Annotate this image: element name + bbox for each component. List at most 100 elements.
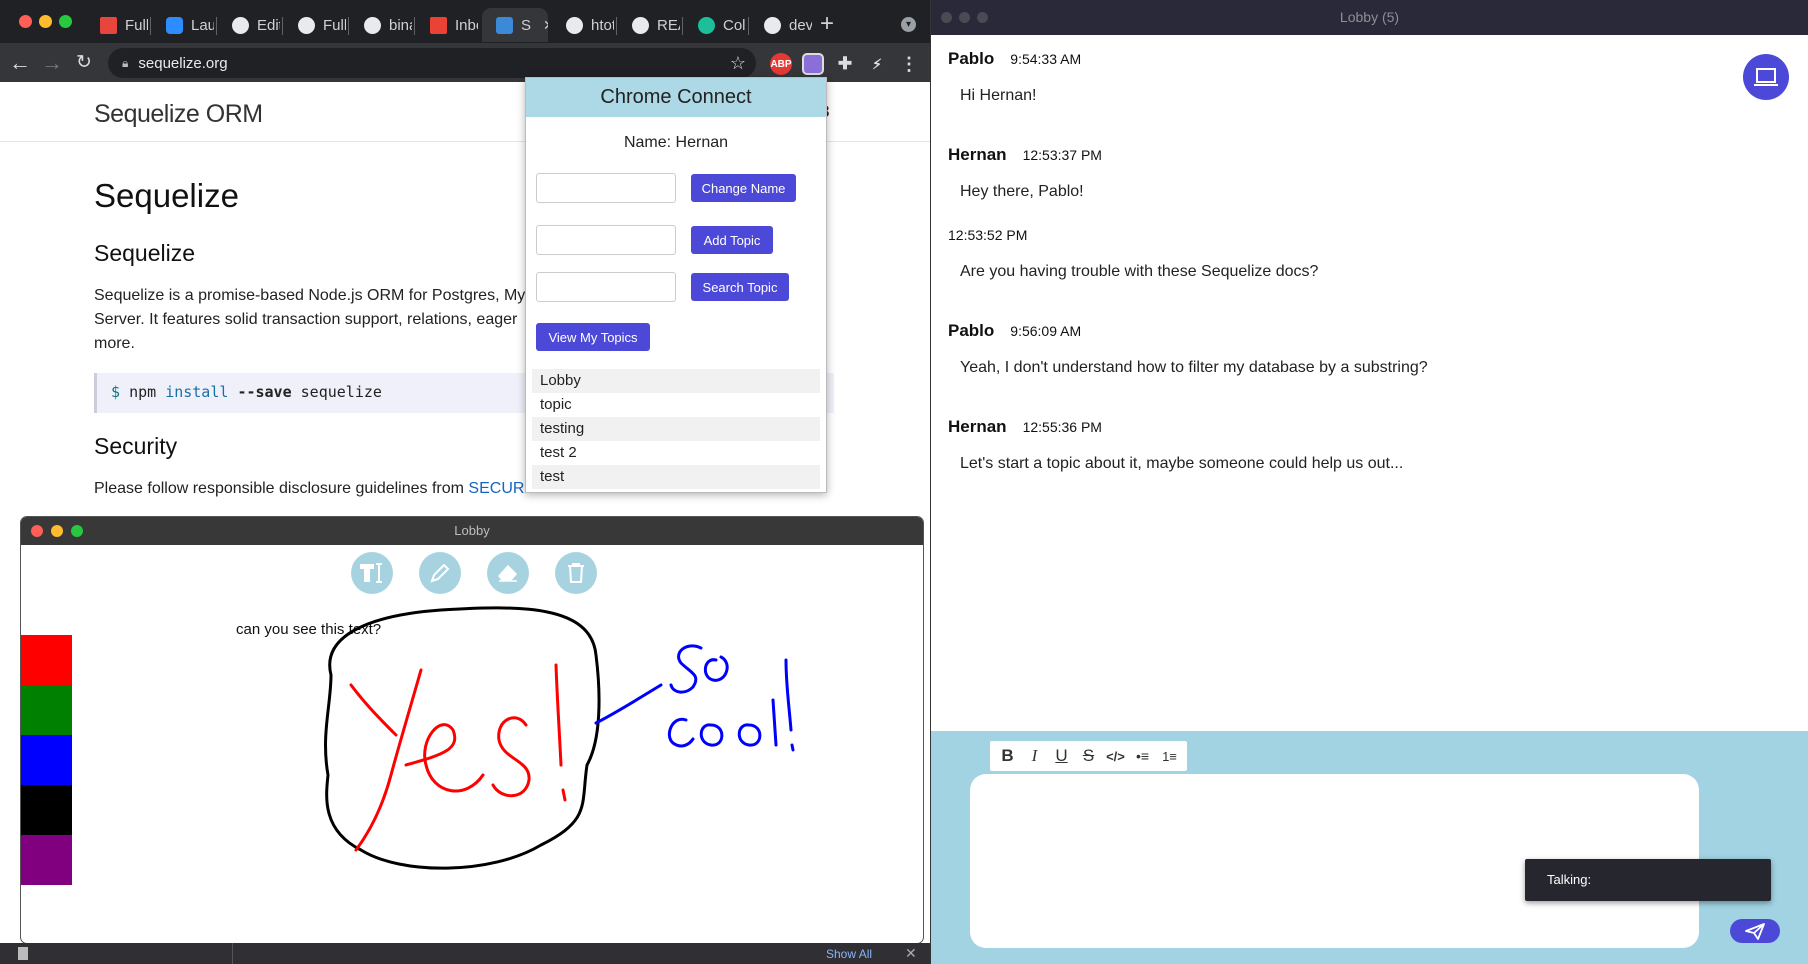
tab-label: REA [657,16,680,34]
topic-item[interactable]: test [532,465,820,489]
underline-icon[interactable]: U [1048,746,1075,766]
message-author: Hernan [948,145,1007,164]
coolors-favicon-icon [698,16,715,34]
code-token: sequelize [300,383,382,401]
close-window-button[interactable] [31,525,43,537]
browser-tab-active[interactable]: S✕ [482,8,548,42]
tab-label: Laun [191,16,214,34]
close-tab-icon[interactable]: ✕ [543,17,548,34]
browser-tab[interactable]: bina [350,8,412,42]
browser-tab[interactable]: Fulls [86,8,148,42]
reload-icon[interactable]: ↻ [68,43,100,82]
close-window-button[interactable] [19,15,32,28]
send-button[interactable] [1730,919,1780,943]
topic-item[interactable]: test 2 [532,441,820,465]
close-downloads-icon[interactable]: ✕ [905,945,917,962]
section-heading: Security [94,433,178,459]
whiteboard-window: Lobby can you see this text? [21,517,923,943]
github-favicon-icon [298,16,315,34]
message-body: Let's start a topic about it, maybe some… [960,455,1404,472]
minimize-window-button[interactable] [51,525,63,537]
minimize-window-button[interactable] [39,15,52,28]
close-window-button[interactable] [941,12,952,23]
topic-list: Lobby topic testing test 2 test [532,369,820,489]
show-all-downloads-button[interactable]: Show All [826,947,872,961]
topic-item[interactable]: Lobby [532,369,820,393]
tab-label: Colo [723,16,746,34]
chrome-connect-extension-icon[interactable] [802,53,824,75]
message-time: 9:54:33 AM [1010,51,1082,67]
code-icon[interactable]: </> [1102,749,1129,764]
maximize-window-button[interactable] [977,12,988,23]
blue-cool-stroke [667,658,795,752]
paragraph-text: Please follow responsible disclosure gui… [94,480,469,497]
drawing-canvas[interactable] [21,545,923,943]
code-token: install [165,383,229,401]
message-time: 12:53:37 PM [1022,147,1102,163]
strikethrough-icon[interactable]: S [1075,746,1102,766]
zoom-favicon-icon [166,16,183,34]
search-topic-button[interactable]: Search Topic [691,273,789,301]
url-text: sequelize.org [138,54,228,72]
message-time: 12:53:52 PM [948,227,1028,243]
add-topic-input[interactable] [536,225,676,255]
screen-share-button[interactable] [1743,54,1789,100]
tab-label: htot [591,16,614,34]
message-author: Hernan [948,417,1007,436]
browser-tab[interactable]: Colo [684,8,746,42]
tab-label: bina [389,16,412,34]
topic-item[interactable]: testing [532,417,820,441]
message-body: Hey there, Pablo! [960,183,1084,200]
adblock-extension-icon[interactable]: ABP [770,53,792,75]
tab-search-icon[interactable]: ▾ [901,17,916,32]
tab-label: S [521,16,532,34]
browser-tab[interactable]: htot [552,8,614,42]
message-time: 9:56:09 AM [1010,323,1082,339]
browser-tab[interactable]: Inbo [416,8,478,42]
back-icon[interactable]: ← [4,43,36,82]
bullet-list-icon[interactable]: •≡ [1129,748,1156,764]
extensions-puzzle-icon[interactable]: ✚ [834,53,856,75]
maximize-window-button[interactable] [59,15,72,28]
black-bubble-stroke [324,606,601,870]
github-favicon-icon [632,16,649,34]
chat-titlebar: Lobby (5) [931,0,1808,35]
italic-icon[interactable]: I [1021,746,1048,766]
search-topic-input[interactable] [536,272,676,302]
change-name-button[interactable]: Change Name [691,174,796,202]
window-title: Lobby [454,523,490,538]
whiteboard-titlebar: Lobby [21,517,923,545]
browser-menu-icon[interactable]: ⋮ [898,53,920,75]
browser-tab[interactable]: Fulls [284,8,346,42]
current-name: Name: Hernan [623,134,729,151]
topic-item[interactable]: topic [532,393,820,417]
lock-icon: 🔒︎ [122,55,129,70]
extension-icon[interactable]: ⚡︎ [866,53,888,75]
maximize-window-button[interactable] [71,525,83,537]
browser-tab[interactable]: Laun [152,8,214,42]
bookmark-star-icon[interactable]: ☆ [730,53,746,74]
chat-message: Pablo 9:54:33 AM Hi Hernan! [948,49,1082,104]
downloads-bar: Show All ✕ [0,943,930,964]
code-token: npm [129,383,157,401]
github-favicon-icon [566,16,583,34]
bold-icon[interactable]: B [994,746,1021,766]
address-bar[interactable]: 🔒︎ sequelize.org ☆ [108,48,756,78]
browser-tab[interactable]: Editi [218,8,280,42]
chat-message: Hernan 12:53:37 PM Hey there, Pablo! [948,145,1102,200]
message-body: Hi Hernan! [960,87,1037,104]
view-my-topics-button[interactable]: View My Topics [536,323,650,351]
forward-icon[interactable]: → [36,43,68,82]
red-yes-stroke [349,663,567,852]
new-tab-button[interactable]: + [820,10,834,38]
name-input[interactable] [536,173,676,203]
minimize-window-button[interactable] [959,12,970,23]
browser-tab[interactable]: deva [750,8,812,42]
favicon-icon [100,16,117,34]
browser-tab[interactable]: REA [618,8,680,42]
section-heading: Sequelize [94,240,196,266]
google-favicon-icon [364,16,381,34]
site-brand[interactable]: Sequelize ORM [94,100,263,129]
add-topic-button[interactable]: Add Topic [691,226,773,254]
ordered-list-icon[interactable]: 1≡ [1156,749,1183,764]
